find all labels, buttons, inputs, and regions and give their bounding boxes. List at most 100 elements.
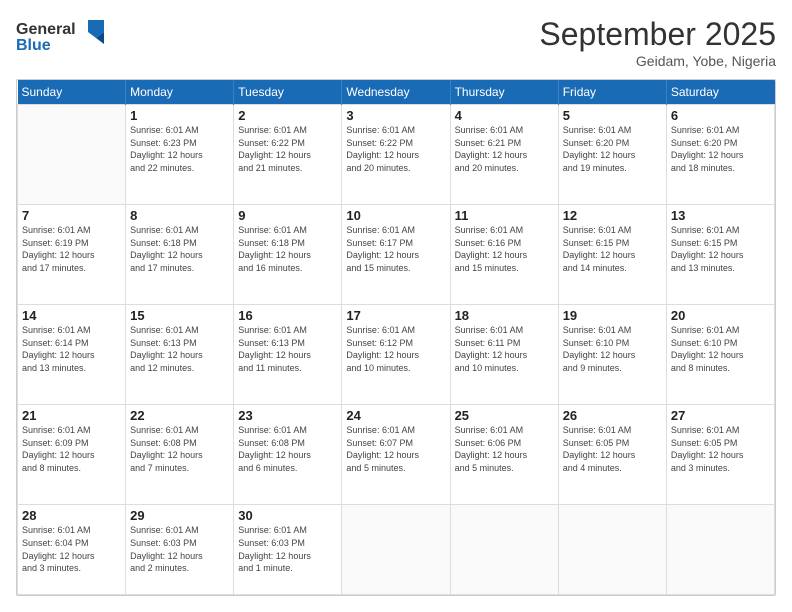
day-info: Sunrise: 6:01 AM Sunset: 6:08 PM Dayligh… <box>130 424 229 474</box>
day-number: 25 <box>455 408 554 423</box>
day-number: 13 <box>671 208 770 223</box>
calendar-cell: 19Sunrise: 6:01 AM Sunset: 6:10 PM Dayli… <box>558 305 666 405</box>
calendar-table: Sunday Monday Tuesday Wednesday Thursday… <box>17 80 775 595</box>
day-info: Sunrise: 6:01 AM Sunset: 6:20 PM Dayligh… <box>563 124 662 174</box>
calendar-cell: 14Sunrise: 6:01 AM Sunset: 6:14 PM Dayli… <box>18 305 126 405</box>
logo-content: General Blue <box>16 16 116 61</box>
calendar-cell <box>450 505 558 595</box>
calendar-cell <box>342 505 450 595</box>
day-info: Sunrise: 6:01 AM Sunset: 6:09 PM Dayligh… <box>22 424 121 474</box>
calendar-cell: 26Sunrise: 6:01 AM Sunset: 6:05 PM Dayli… <box>558 405 666 505</box>
calendar-cell: 3Sunrise: 6:01 AM Sunset: 6:22 PM Daylig… <box>342 105 450 205</box>
page: General Blue September 2025 Geidam, Yobe… <box>0 0 792 612</box>
day-number: 24 <box>346 408 445 423</box>
day-info: Sunrise: 6:01 AM Sunset: 6:12 PM Dayligh… <box>346 324 445 374</box>
day-info: Sunrise: 6:01 AM Sunset: 6:15 PM Dayligh… <box>671 224 770 274</box>
day-number: 8 <box>130 208 229 223</box>
day-number: 4 <box>455 108 554 123</box>
day-number: 18 <box>455 308 554 323</box>
day-info: Sunrise: 6:01 AM Sunset: 6:18 PM Dayligh… <box>130 224 229 274</box>
calendar-cell: 17Sunrise: 6:01 AM Sunset: 6:12 PM Dayli… <box>342 305 450 405</box>
svg-text:General: General <box>16 21 76 38</box>
calendar-cell: 24Sunrise: 6:01 AM Sunset: 6:07 PM Dayli… <box>342 405 450 505</box>
calendar-cell: 12Sunrise: 6:01 AM Sunset: 6:15 PM Dayli… <box>558 205 666 305</box>
day-number: 1 <box>130 108 229 123</box>
calendar-cell: 18Sunrise: 6:01 AM Sunset: 6:11 PM Dayli… <box>450 305 558 405</box>
day-number: 21 <box>22 408 121 423</box>
col-saturday: Saturday <box>666 80 774 105</box>
location: Geidam, Yobe, Nigeria <box>539 53 776 69</box>
day-number: 15 <box>130 308 229 323</box>
day-number: 10 <box>346 208 445 223</box>
calendar-cell: 8Sunrise: 6:01 AM Sunset: 6:18 PM Daylig… <box>126 205 234 305</box>
day-number: 17 <box>346 308 445 323</box>
calendar-cell: 27Sunrise: 6:01 AM Sunset: 6:05 PM Dayli… <box>666 405 774 505</box>
calendar-cell <box>666 505 774 595</box>
calendar-cell: 20Sunrise: 6:01 AM Sunset: 6:10 PM Dayli… <box>666 305 774 405</box>
day-info: Sunrise: 6:01 AM Sunset: 6:05 PM Dayligh… <box>671 424 770 474</box>
title-area: September 2025 Geidam, Yobe, Nigeria <box>539 16 776 69</box>
calendar-cell: 10Sunrise: 6:01 AM Sunset: 6:17 PM Dayli… <box>342 205 450 305</box>
calendar-week-0: 1Sunrise: 6:01 AM Sunset: 6:23 PM Daylig… <box>18 105 775 205</box>
day-number: 11 <box>455 208 554 223</box>
day-number: 28 <box>22 508 121 523</box>
day-number: 19 <box>563 308 662 323</box>
day-number: 27 <box>671 408 770 423</box>
day-info: Sunrise: 6:01 AM Sunset: 6:07 PM Dayligh… <box>346 424 445 474</box>
day-info: Sunrise: 6:01 AM Sunset: 6:23 PM Dayligh… <box>130 124 229 174</box>
calendar-cell: 6Sunrise: 6:01 AM Sunset: 6:20 PM Daylig… <box>666 105 774 205</box>
day-number: 12 <box>563 208 662 223</box>
calendar-cell: 5Sunrise: 6:01 AM Sunset: 6:20 PM Daylig… <box>558 105 666 205</box>
calendar-cell: 21Sunrise: 6:01 AM Sunset: 6:09 PM Dayli… <box>18 405 126 505</box>
day-number: 6 <box>671 108 770 123</box>
day-number: 7 <box>22 208 121 223</box>
day-info: Sunrise: 6:01 AM Sunset: 6:16 PM Dayligh… <box>455 224 554 274</box>
day-number: 29 <box>130 508 229 523</box>
calendar-week-1: 7Sunrise: 6:01 AM Sunset: 6:19 PM Daylig… <box>18 205 775 305</box>
calendar-cell: 15Sunrise: 6:01 AM Sunset: 6:13 PM Dayli… <box>126 305 234 405</box>
col-wednesday: Wednesday <box>342 80 450 105</box>
col-monday: Monday <box>126 80 234 105</box>
calendar-cell: 4Sunrise: 6:01 AM Sunset: 6:21 PM Daylig… <box>450 105 558 205</box>
calendar-cell: 1Sunrise: 6:01 AM Sunset: 6:23 PM Daylig… <box>126 105 234 205</box>
day-info: Sunrise: 6:01 AM Sunset: 6:05 PM Dayligh… <box>563 424 662 474</box>
day-info: Sunrise: 6:01 AM Sunset: 6:10 PM Dayligh… <box>563 324 662 374</box>
calendar: Sunday Monday Tuesday Wednesday Thursday… <box>16 79 776 596</box>
calendar-body: 1Sunrise: 6:01 AM Sunset: 6:23 PM Daylig… <box>18 105 775 595</box>
calendar-week-3: 21Sunrise: 6:01 AM Sunset: 6:09 PM Dayli… <box>18 405 775 505</box>
day-info: Sunrise: 6:01 AM Sunset: 6:19 PM Dayligh… <box>22 224 121 274</box>
day-number: 23 <box>238 408 337 423</box>
day-number: 14 <box>22 308 121 323</box>
day-number: 26 <box>563 408 662 423</box>
calendar-cell: 30Sunrise: 6:01 AM Sunset: 6:03 PM Dayli… <box>234 505 342 595</box>
day-info: Sunrise: 6:01 AM Sunset: 6:17 PM Dayligh… <box>346 224 445 274</box>
logo-svg: General Blue <box>16 16 116 56</box>
day-info: Sunrise: 6:01 AM Sunset: 6:14 PM Dayligh… <box>22 324 121 374</box>
day-number: 22 <box>130 408 229 423</box>
month-title: September 2025 <box>539 16 776 53</box>
day-info: Sunrise: 6:01 AM Sunset: 6:22 PM Dayligh… <box>238 124 337 174</box>
day-number: 30 <box>238 508 337 523</box>
day-info: Sunrise: 6:01 AM Sunset: 6:08 PM Dayligh… <box>238 424 337 474</box>
day-info: Sunrise: 6:01 AM Sunset: 6:03 PM Dayligh… <box>130 524 229 574</box>
day-info: Sunrise: 6:01 AM Sunset: 6:11 PM Dayligh… <box>455 324 554 374</box>
calendar-header: Sunday Monday Tuesday Wednesday Thursday… <box>18 80 775 105</box>
calendar-cell: 11Sunrise: 6:01 AM Sunset: 6:16 PM Dayli… <box>450 205 558 305</box>
day-info: Sunrise: 6:01 AM Sunset: 6:13 PM Dayligh… <box>130 324 229 374</box>
day-number: 2 <box>238 108 337 123</box>
day-info: Sunrise: 6:01 AM Sunset: 6:10 PM Dayligh… <box>671 324 770 374</box>
col-friday: Friday <box>558 80 666 105</box>
calendar-cell <box>558 505 666 595</box>
day-info: Sunrise: 6:01 AM Sunset: 6:21 PM Dayligh… <box>455 124 554 174</box>
calendar-cell: 9Sunrise: 6:01 AM Sunset: 6:18 PM Daylig… <box>234 205 342 305</box>
header: General Blue September 2025 Geidam, Yobe… <box>16 16 776 69</box>
day-number: 3 <box>346 108 445 123</box>
calendar-cell: 25Sunrise: 6:01 AM Sunset: 6:06 PM Dayli… <box>450 405 558 505</box>
calendar-week-4: 28Sunrise: 6:01 AM Sunset: 6:04 PM Dayli… <box>18 505 775 595</box>
col-sunday: Sunday <box>18 80 126 105</box>
svg-text:Blue: Blue <box>16 37 51 54</box>
calendar-cell: 28Sunrise: 6:01 AM Sunset: 6:04 PM Dayli… <box>18 505 126 595</box>
col-thursday: Thursday <box>450 80 558 105</box>
calendar-cell: 23Sunrise: 6:01 AM Sunset: 6:08 PM Dayli… <box>234 405 342 505</box>
day-info: Sunrise: 6:01 AM Sunset: 6:03 PM Dayligh… <box>238 524 337 574</box>
